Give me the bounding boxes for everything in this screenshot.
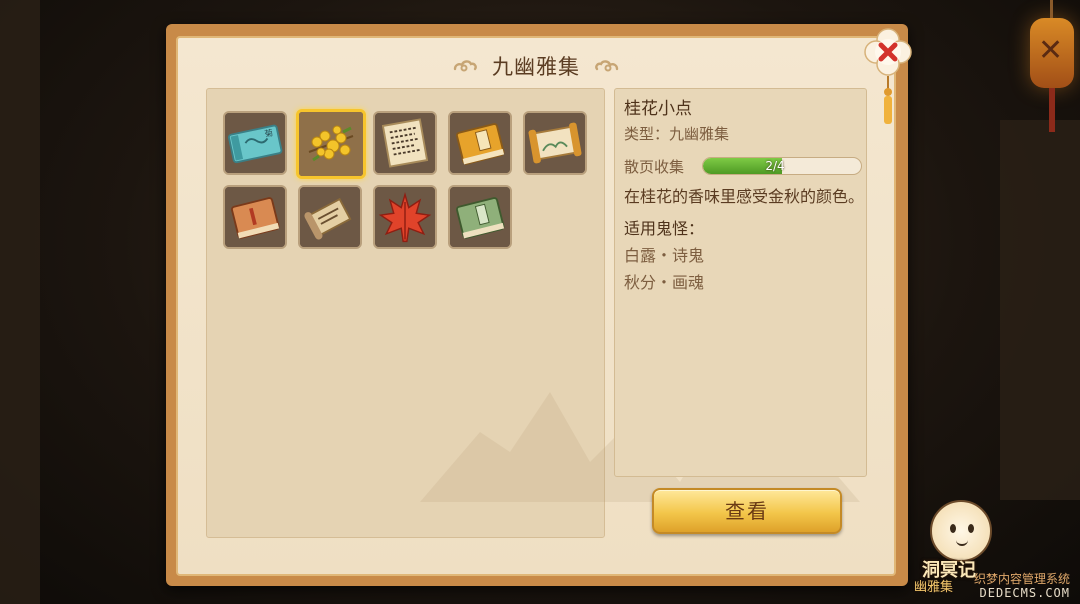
watermark-en: DEDECMS.COM bbox=[979, 586, 1070, 600]
progress-text: 2/4 bbox=[765, 159, 785, 173]
item-slot-red-book[interactable] bbox=[223, 185, 287, 249]
mascot-sublabel: 幽雅集 bbox=[914, 580, 954, 595]
item-type: 类型：九幽雅集 bbox=[624, 125, 730, 143]
green-book-icon bbox=[450, 187, 510, 247]
cloud-ornament-right-icon bbox=[594, 57, 620, 75]
osmanthus-flower-icon bbox=[299, 112, 363, 176]
applicable-ghosts-label: 适用鬼怪： bbox=[624, 219, 705, 238]
ghost-entry: 白露・诗鬼 bbox=[624, 246, 705, 265]
background-pillar bbox=[0, 0, 40, 604]
blue-ticket-icon: 菊 bbox=[225, 113, 285, 173]
ghost-mascot-icon bbox=[930, 500, 992, 562]
background-pillar bbox=[1000, 120, 1080, 500]
yellow-book-icon bbox=[450, 113, 510, 173]
item-slot-osmanthus[interactable] bbox=[296, 109, 366, 179]
close-icon bbox=[864, 28, 912, 76]
close-button[interactable] bbox=[864, 28, 912, 76]
item-name: 桂花小点 bbox=[624, 99, 692, 119]
collection-progress: 散页收集 2/4 bbox=[624, 154, 866, 178]
item-slot-green-book[interactable] bbox=[448, 185, 512, 249]
item-slot-maple-leaf[interactable] bbox=[373, 185, 437, 249]
title-bar: 九幽雅集 bbox=[178, 50, 894, 82]
red-book-icon bbox=[225, 187, 285, 247]
ghost-entry: 秋分・画魂 bbox=[624, 273, 705, 292]
cloud-ornament-left-icon bbox=[452, 57, 478, 75]
item-slot-yellow-book[interactable] bbox=[448, 111, 512, 175]
item-description: 在桂花的香味里感受金秋的颜色。 bbox=[624, 187, 865, 206]
window-title: 九幽雅集 bbox=[492, 55, 580, 79]
item-slot-ticket[interactable]: 菊 bbox=[223, 111, 287, 175]
item-slot-old-scroll[interactable] bbox=[298, 185, 362, 249]
calligraphy-page-icon bbox=[375, 113, 435, 173]
item-slot-calligraphy-page[interactable] bbox=[373, 111, 437, 175]
item-slot-painting-scroll[interactable] bbox=[523, 111, 587, 175]
watermark-cn: 织梦内容管理系统 bbox=[973, 572, 1070, 586]
progress-bar: 2/4 bbox=[702, 157, 862, 175]
watermark: 织梦内容管理系统 DEDECMS.COM bbox=[974, 572, 1070, 600]
view-button[interactable]: 查看 bbox=[652, 488, 842, 534]
lantern-icon: ✕ bbox=[1030, 0, 1074, 132]
tassel-icon bbox=[882, 76, 894, 126]
item-detail-panel: 桂花小点 类型：九幽雅集 散页收集 2/4 在桂花的香味里感受金秋的颜色。 适用… bbox=[614, 88, 867, 477]
painting-scroll-icon bbox=[525, 113, 585, 173]
old-scroll-icon bbox=[300, 187, 360, 247]
maple-leaf-icon bbox=[375, 187, 435, 247]
progress-label: 散页收集 bbox=[624, 157, 685, 176]
